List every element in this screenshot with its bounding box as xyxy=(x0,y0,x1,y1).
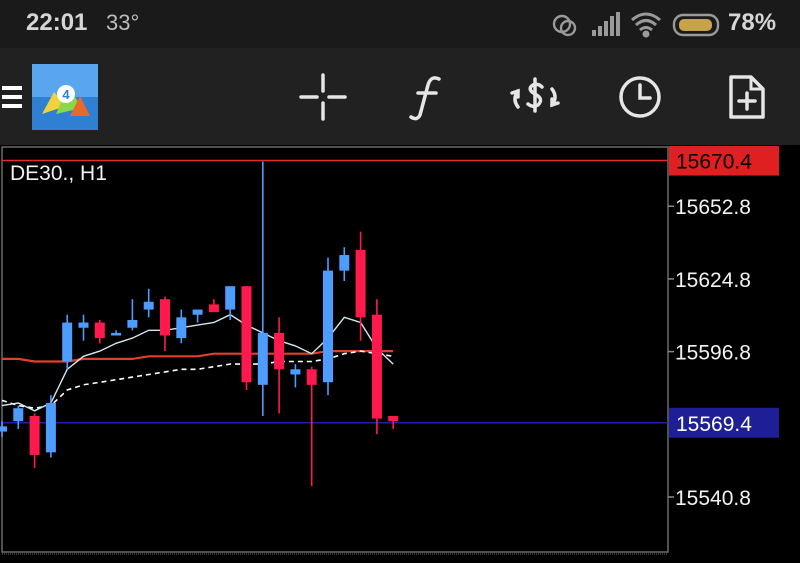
price-chart[interactable]: 15652.8 15624.8 15596.8 15540.8 15670.4 15569… xyxy=(0,146,800,563)
candle-body xyxy=(176,317,187,339)
signal-icon xyxy=(592,12,620,36)
candle-body xyxy=(257,332,268,385)
candle-body xyxy=(143,301,154,310)
candle-body xyxy=(208,304,219,313)
menu-icon xyxy=(2,85,22,108)
status-battery-percent: 78% xyxy=(728,9,777,36)
symbols-dollar-icon xyxy=(510,76,560,113)
battery-icon xyxy=(672,13,720,37)
candle-body xyxy=(62,322,73,362)
app-logo[interactable]: 4 xyxy=(32,48,98,145)
candle-body xyxy=(241,286,252,383)
symbols-button[interactable] xyxy=(506,48,564,145)
status-temperature: 33° xyxy=(106,10,140,35)
candle-body xyxy=(306,369,317,385)
candle-body xyxy=(94,322,105,339)
crosshair-button[interactable] xyxy=(296,48,350,145)
candle-body xyxy=(111,332,122,336)
candle-body xyxy=(339,255,350,271)
candle-body xyxy=(0,426,7,432)
y-tick-label: 15652.8 xyxy=(675,196,751,219)
svg-text:4: 4 xyxy=(62,87,70,102)
hotspot-icon xyxy=(552,14,577,37)
app-logo-icon: 4 xyxy=(32,63,98,130)
candle-body xyxy=(127,319,138,328)
candle-body xyxy=(225,286,236,310)
y-tick-label: 15624.8 xyxy=(675,269,751,292)
candle-body xyxy=(290,369,301,375)
candle-body xyxy=(78,322,89,328)
candle-body xyxy=(13,408,24,422)
candle-body xyxy=(29,416,40,455)
indicators-button[interactable] xyxy=(404,48,454,145)
candle-body xyxy=(388,416,399,422)
crosshair-icon xyxy=(299,72,347,121)
chart-title: DE30., H1 xyxy=(10,162,107,185)
menu-button[interactable] xyxy=(0,48,26,145)
new-order-button[interactable] xyxy=(722,48,770,145)
ma-slow-line xyxy=(1,350,394,410)
chart-canvas[interactable]: 15652.8 15624.8 15596.8 15540.8 15670.4 15569… xyxy=(0,146,800,563)
timeframe-button[interactable] xyxy=(614,48,666,145)
status-icons xyxy=(552,12,720,38)
ask-price-label: 15670.4 xyxy=(676,151,752,174)
candle-body xyxy=(274,332,285,370)
candle-body xyxy=(371,314,382,419)
status-bar: 22:01 33° 78% xyxy=(0,0,800,48)
bid-price-label: 15569.4 xyxy=(676,413,752,436)
candle-body xyxy=(355,249,366,318)
candle-body xyxy=(323,270,333,383)
timeframe-clock-icon xyxy=(619,75,661,118)
indicators-f-icon xyxy=(409,75,441,120)
candle-body xyxy=(160,299,170,336)
wifi-icon xyxy=(631,12,661,38)
chart-toolbar: 4 xyxy=(0,48,800,145)
status-time: 22:01 xyxy=(26,9,88,36)
candle-body xyxy=(45,403,56,453)
candle-body xyxy=(192,309,203,315)
y-tick-label: 15596.8 xyxy=(675,342,751,365)
y-tick-label: 15540.8 xyxy=(675,487,751,510)
new-order-icon xyxy=(729,74,765,119)
